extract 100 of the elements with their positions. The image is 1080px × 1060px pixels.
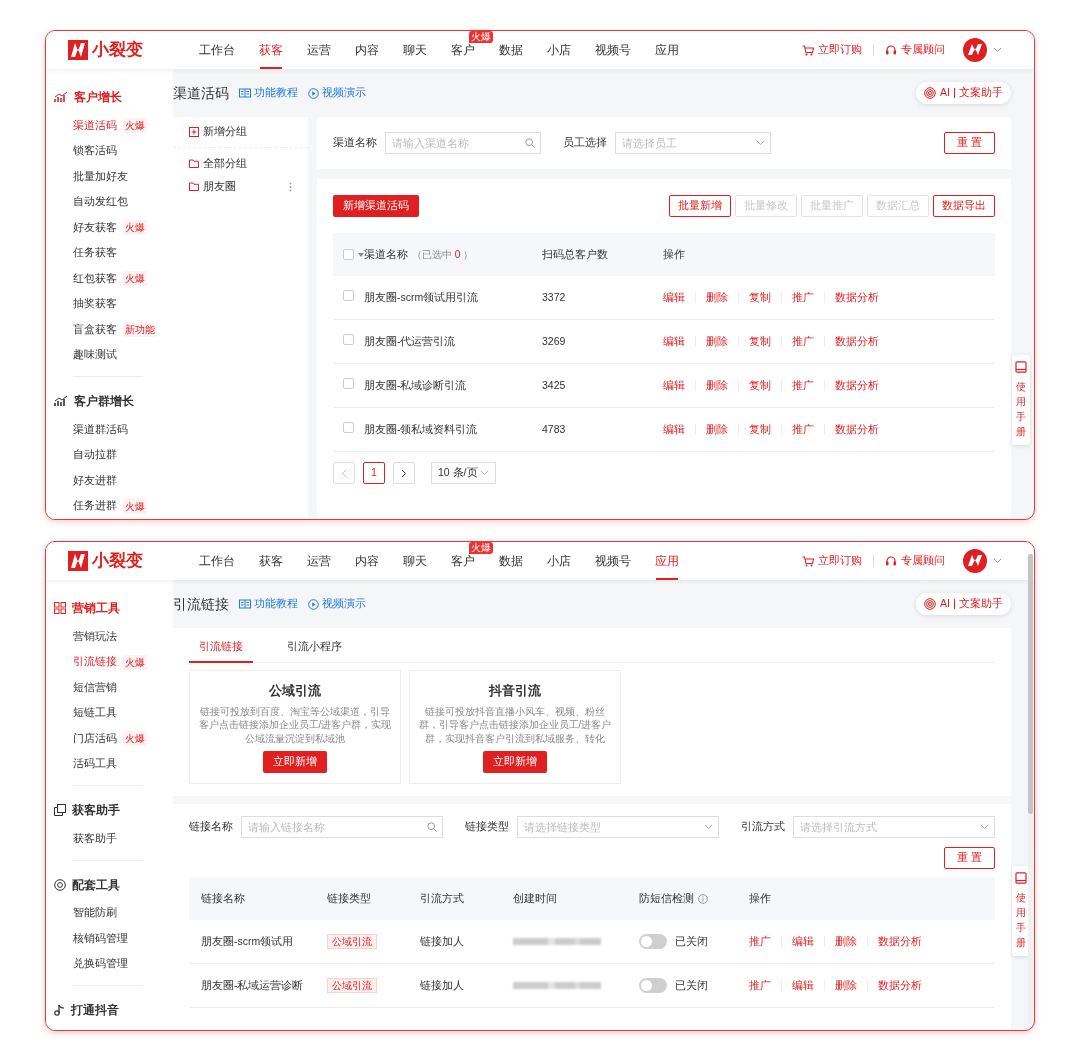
nav-tab[interactable]: 聊天 xyxy=(391,31,439,69)
sidebar-item[interactable]: 营销玩法 xyxy=(46,624,173,650)
action-link[interactable]: 推广 xyxy=(792,289,814,306)
consultant-link[interactable]: 专属顾问 xyxy=(885,42,945,58)
ai-assistant-button[interactable]: AI 文案助手 xyxy=(916,593,1011,615)
action-link[interactable]: 编辑 xyxy=(792,933,814,950)
checkbox[interactable] xyxy=(343,249,354,260)
action-link[interactable]: 数据分析 xyxy=(835,289,879,306)
tutorial-link[interactable]: 功能教程 xyxy=(239,596,298,612)
action-link[interactable]: 删除 xyxy=(835,977,857,994)
page-button[interactable]: 1 xyxy=(363,462,385,484)
group-item[interactable]: 全部分组 xyxy=(173,152,308,175)
search-field[interactable]: 请输入链接名称 xyxy=(241,816,443,838)
avatar-icon[interactable] xyxy=(963,38,987,62)
sidebar-item[interactable]: 获客助手 xyxy=(46,826,173,852)
sidebar-item[interactable]: 趣味测试 xyxy=(46,342,173,368)
sidebar-item[interactable]: 短信营销 xyxy=(46,675,173,701)
sidebar-item[interactable]: 兑换码管理 xyxy=(46,951,173,977)
checkbox[interactable] xyxy=(343,378,354,390)
action-link[interactable]: 编辑 xyxy=(663,289,685,306)
checkbox[interactable] xyxy=(343,334,354,346)
sidebar-item[interactable]: 渠道活码 火爆 xyxy=(46,113,173,139)
select-field[interactable]: 请选择引流方式 xyxy=(793,816,995,838)
action-link[interactable]: 推广 xyxy=(792,333,814,350)
action-link[interactable]: 编辑 xyxy=(792,977,814,994)
nav-tab[interactable]: 获客 xyxy=(247,542,295,580)
action-link[interactable]: 复制 xyxy=(749,421,771,438)
sidebar-item[interactable]: 任务进群 火爆 xyxy=(46,493,173,519)
action-link[interactable]: 编辑 xyxy=(663,377,685,394)
avatar-icon[interactable] xyxy=(963,549,987,573)
sidebar-item[interactable]: 智能防刷 xyxy=(46,900,173,926)
sidebar-item[interactable]: 红包获客 火爆 xyxy=(46,266,173,292)
nav-tab[interactable]: 工作台 xyxy=(187,31,247,69)
sidebar-item[interactable]: 好友进群 xyxy=(46,468,173,494)
sidebar-item[interactable]: 门店活码 火爆 xyxy=(46,726,173,752)
reset-button[interactable]: 重 置 xyxy=(944,847,995,869)
checkbox[interactable] xyxy=(343,290,354,302)
nav-tab[interactable]: 视频号 xyxy=(583,542,643,580)
sidebar-item[interactable]: 批量加好友 xyxy=(46,164,173,190)
order-link[interactable]: 立即订购 xyxy=(802,42,862,58)
nav-tab[interactable]: 视频号 xyxy=(583,31,643,69)
ai-assistant-button[interactable]: AI 文案助手 xyxy=(916,82,1011,104)
nav-tab[interactable]: 工作台 xyxy=(187,542,247,580)
action-link[interactable]: 编辑 xyxy=(663,333,685,350)
sidebar-item[interactable]: 自动发红包 xyxy=(46,189,173,215)
video-link[interactable]: 视频演示 xyxy=(308,85,366,101)
sidebar-item[interactable]: 好友获客 火爆 xyxy=(46,215,173,241)
previous-page-button[interactable] xyxy=(333,462,355,484)
batch-button[interactable]: 数据导出 xyxy=(933,195,995,217)
create-button[interactable]: 新增渠道活码 xyxy=(333,195,419,217)
action-link[interactable]: 数据分析 xyxy=(878,933,922,950)
action-link[interactable]: 删除 xyxy=(835,933,857,950)
nav-tab[interactable]: 内容 xyxy=(343,31,391,69)
nav-tab[interactable]: 小店 xyxy=(535,542,583,580)
action-link[interactable]: 复制 xyxy=(749,377,771,394)
action-link[interactable]: 删除 xyxy=(706,377,728,394)
sidebar-item[interactable]: 引流链接 火爆 xyxy=(46,649,173,675)
toggle-switch[interactable] xyxy=(639,978,667,993)
manual-button[interactable]: 使用手册 xyxy=(1012,355,1030,445)
sidebar-item[interactable]: 核销码管理 xyxy=(46,926,173,952)
action-link[interactable]: 推广 xyxy=(792,421,814,438)
tab[interactable]: 引流小程序 xyxy=(277,632,352,662)
nav-tab[interactable]: 获客 xyxy=(247,31,295,69)
action-link[interactable]: 推广 xyxy=(792,377,814,394)
action-link[interactable]: 编辑 xyxy=(663,421,685,438)
nav-tab[interactable]: 运营 xyxy=(295,542,343,580)
scrollbar[interactable] xyxy=(1028,554,1033,1024)
action-link[interactable]: 删除 xyxy=(706,421,728,438)
video-link[interactable]: 视频演示 xyxy=(308,596,366,612)
toggle-switch[interactable] xyxy=(639,934,667,949)
nav-tab[interactable]: 内容 xyxy=(343,542,391,580)
select-field[interactable]: 请选择链接类型 xyxy=(517,816,719,838)
tab[interactable]: 引流链接 xyxy=(189,632,253,662)
sidebar-item[interactable]: 活码工具 xyxy=(46,751,173,777)
order-link[interactable]: 立即订购 xyxy=(802,553,862,569)
action-link[interactable]: 数据分析 xyxy=(835,333,879,350)
action-link[interactable]: 推广 xyxy=(749,977,771,994)
action-link[interactable]: 复制 xyxy=(749,333,771,350)
action-link[interactable]: 数据分析 xyxy=(878,977,922,994)
nav-tab[interactable]: 聊天 xyxy=(391,542,439,580)
sidebar-item[interactable]: 自动拉群 xyxy=(46,442,173,468)
nav-tab[interactable]: 小店 xyxy=(535,31,583,69)
batch-button[interactable]: 批量新增 xyxy=(669,195,731,217)
search-field[interactable]: 请输入渠道名称 xyxy=(385,132,541,154)
action-link[interactable]: 数据分析 xyxy=(835,421,879,438)
nav-tab[interactable]: 应用 xyxy=(643,31,691,69)
reset-button[interactable]: 重 置 xyxy=(944,132,995,154)
sidebar-item[interactable]: 渠道群活码 xyxy=(46,417,173,443)
sidebar-item[interactable]: 锁客活码 xyxy=(46,138,173,164)
action-link[interactable]: 推广 xyxy=(749,933,771,950)
consultant-link[interactable]: 专属顾问 xyxy=(885,553,945,569)
sidebar-item[interactable]: 任务获客 xyxy=(46,240,173,266)
nav-tab[interactable]: 运营 xyxy=(295,31,343,69)
page-size-select[interactable]: 10 条/页 xyxy=(431,462,496,484)
create-button[interactable]: 立即新增 xyxy=(263,751,327,773)
group-item[interactable]: 朋友圈 xyxy=(173,175,308,198)
checkbox[interactable] xyxy=(343,422,354,434)
tutorial-link[interactable]: 功能教程 xyxy=(239,85,298,101)
sidebar-item[interactable]: 盲盒获客 新功能 xyxy=(46,317,173,343)
action-link[interactable]: 数据分析 xyxy=(835,377,879,394)
